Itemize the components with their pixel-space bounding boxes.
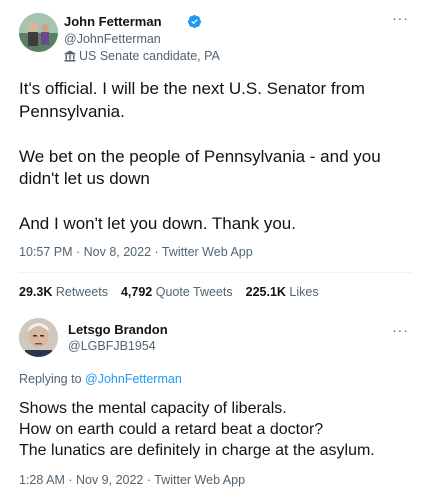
- avatar-photo: [19, 13, 58, 52]
- tweet-text-line: And I won't let you down. Thank you.: [19, 214, 296, 233]
- more-options-icon[interactable]: ···: [392, 10, 409, 26]
- tweet-text-line: Pennsylvania.: [19, 101, 125, 121]
- avatar[interactable]: [19, 13, 58, 52]
- display-name[interactable]: Letsgo Brandon: [68, 322, 168, 337]
- handle[interactable]: @LGBFJB1954: [68, 339, 156, 353]
- tweet-timestamp[interactable]: 10:57 PM · Nov 8, 2022 · Twitter Web App: [19, 245, 253, 259]
- quote-tweets-stat[interactable]: 4,792 Quote Tweets: [121, 285, 233, 299]
- replying-to-link[interactable]: @JohnFetterman: [85, 372, 182, 386]
- tweet-timestamp[interactable]: 1:28 AM · Nov 9, 2022 · Twitter Web App: [19, 473, 245, 487]
- more-options-icon[interactable]: ···: [392, 322, 409, 338]
- tweet-main: John Fetterman @JohnFetterman US Senate …: [0, 0, 430, 307]
- tweet-stats: 29.3K Retweets 4,792 Quote Tweets 225.1K…: [19, 285, 319, 299]
- replying-to: Replying to @JohnFetterman: [19, 372, 182, 386]
- retweets-stat[interactable]: 29.3K Retweets: [19, 285, 108, 299]
- replying-prefix: Replying to: [19, 372, 82, 386]
- tweet-text-line: It's official. I will be the next U.S. S…: [19, 79, 365, 98]
- quotes-label: Quote Tweets: [155, 285, 233, 299]
- tweet-text-line: The lunatics are definitely in charge at…: [19, 442, 375, 459]
- retweets-count: 29.3K: [19, 285, 53, 299]
- tweet-text-line: We bet on the people of Pennsylvania - a…: [19, 146, 381, 166]
- avatar[interactable]: [19, 318, 58, 357]
- avatar-photo: [19, 318, 58, 357]
- display-name[interactable]: John Fetterman: [64, 14, 162, 29]
- retweets-label: Retweets: [55, 285, 108, 299]
- tweet-text-line: How on earth could a retard beat a docto…: [19, 421, 324, 438]
- likes-label: Likes: [289, 285, 319, 299]
- tweet-text: Shows the mental capacity of liberals. H…: [19, 398, 419, 461]
- likes-stat[interactable]: 225.1K Likes: [246, 285, 319, 299]
- tweet-text-line: Shows the mental capacity of liberals.: [19, 400, 287, 417]
- likes-count: 225.1K: [245, 285, 286, 299]
- account-label-text: US Senate candidate, PA: [79, 49, 220, 63]
- quotes-count: 4,792: [120, 285, 153, 299]
- tweet-text-line: didn't let us down: [19, 169, 150, 188]
- government-building-icon: [64, 50, 76, 62]
- tweet-text: It's official. I will be the next U.S. S…: [19, 78, 414, 236]
- tweet-reply: Letsgo Brandon @LGBFJB1954 ··· Replying …: [0, 307, 430, 500]
- verified-badge-icon: [187, 14, 202, 29]
- handle[interactable]: @JohnFetterman: [64, 32, 161, 46]
- account-label: US Senate candidate, PA: [64, 49, 220, 63]
- divider: [19, 272, 412, 273]
